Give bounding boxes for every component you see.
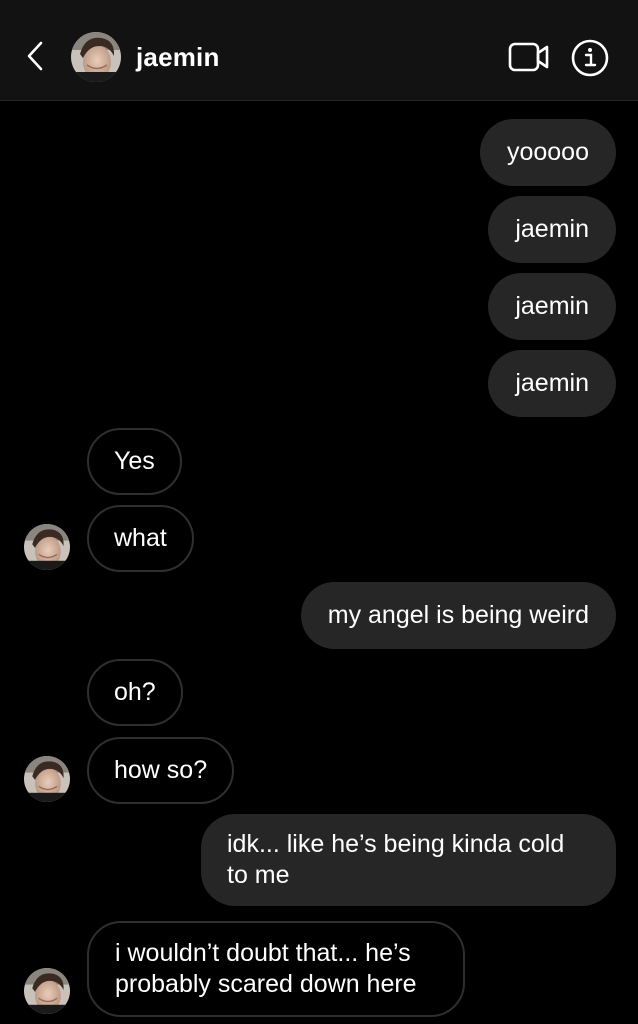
chevron-left-icon <box>27 41 43 71</box>
message-text: i wouldn’t doubt that... he’s probably s… <box>115 939 417 998</box>
chat-screen: jaemin yooooo jaemin jaemin jaemin Yes w… <box>0 0 638 1024</box>
message-text: oh? <box>114 678 156 706</box>
message-text: yooooo <box>506 138 589 166</box>
message-text: my angel is being weird <box>327 601 589 629</box>
info-button[interactable] <box>570 38 610 78</box>
message-bubble-received[interactable]: Yes <box>87 428 182 495</box>
message-text: how so? <box>114 756 208 784</box>
sender-avatar[interactable] <box>24 756 70 802</box>
message-text: what <box>114 524 167 552</box>
contact-name[interactable]: jaemin <box>136 42 220 73</box>
chat-header: jaemin <box>0 0 638 101</box>
message-bubble-received[interactable]: what <box>87 505 194 572</box>
avatar-image <box>24 524 70 570</box>
message-bubble-received[interactable]: i wouldn’t doubt that... he’s probably s… <box>87 921 465 1017</box>
avatar-image <box>71 32 121 82</box>
sender-avatar[interactable] <box>24 968 70 1014</box>
message-text: jaemin <box>515 292 589 320</box>
avatar-image <box>24 756 70 802</box>
message-text: idk... like he’s being kinda cold to me <box>227 830 565 889</box>
message-text: jaemin <box>515 215 589 243</box>
message-text: Yes <box>114 447 155 475</box>
message-bubble-sent[interactable]: jaemin <box>488 273 616 340</box>
avatar-image <box>24 968 70 1014</box>
message-bubble-received[interactable]: how so? <box>87 737 235 804</box>
message-bubble-sent[interactable]: yooooo <box>479 119 616 186</box>
info-icon <box>571 39 609 77</box>
contact-avatar[interactable] <box>71 32 121 82</box>
message-bubble-sent[interactable]: my angel is being weird <box>300 582 616 649</box>
video-camera-icon <box>508 42 549 72</box>
message-bubble-received[interactable]: oh? <box>87 659 183 726</box>
message-text: jaemin <box>515 369 589 397</box>
back-button[interactable] <box>20 38 50 74</box>
message-bubble-sent[interactable]: jaemin <box>488 196 616 263</box>
message-bubble-sent[interactable]: jaemin <box>488 350 616 417</box>
video-call-button[interactable] <box>508 40 550 74</box>
sender-avatar[interactable] <box>24 524 70 570</box>
message-bubble-sent[interactable]: idk... like he’s being kinda cold to me <box>201 814 616 906</box>
